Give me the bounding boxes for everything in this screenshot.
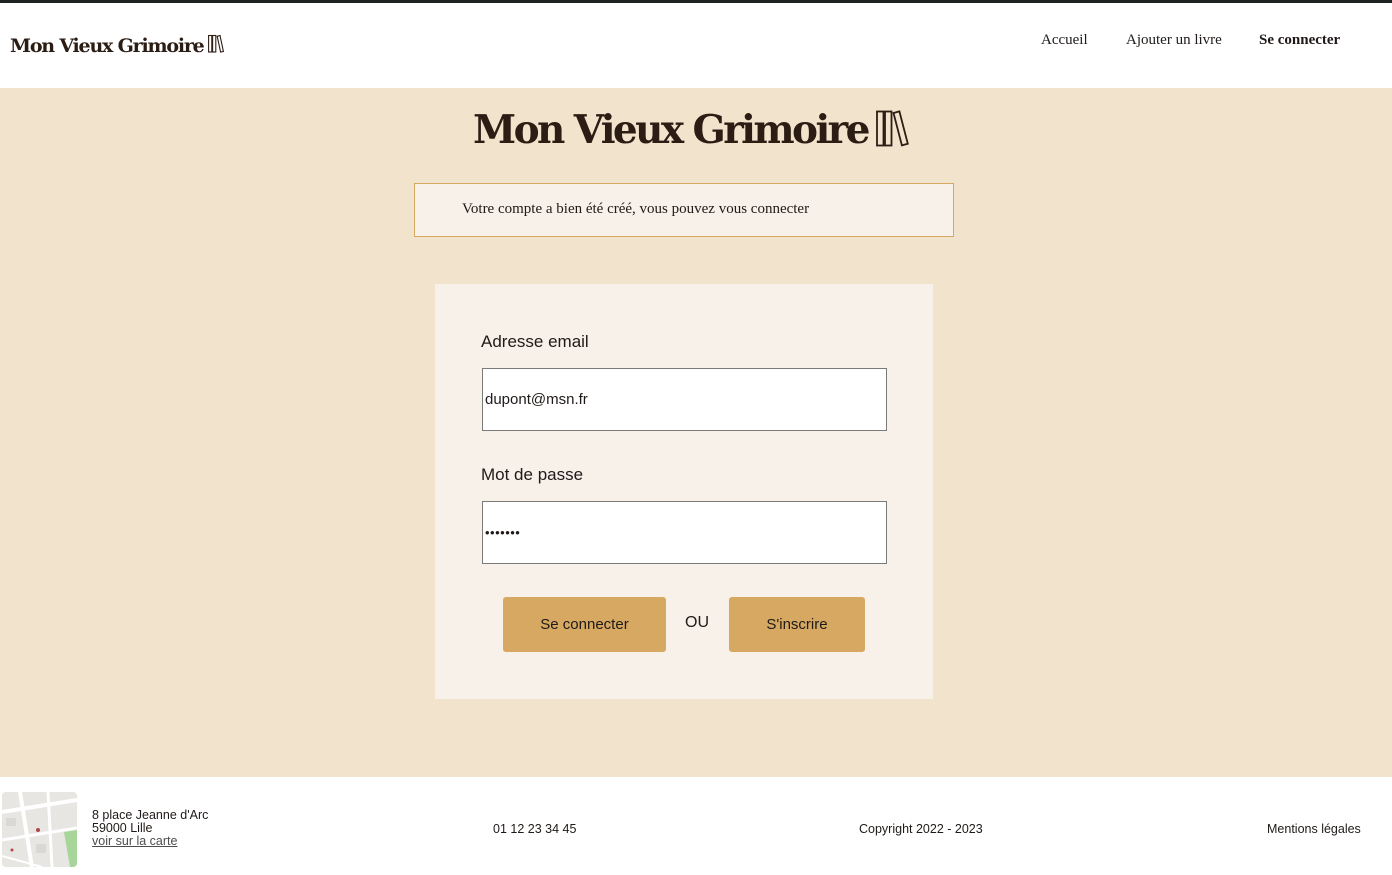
- header-logo-text: Mon Vieux Grimoire: [10, 35, 205, 57]
- view-map-link[interactable]: voir sur la carte: [92, 835, 208, 848]
- legal-notice-link[interactable]: Mentions légales: [1267, 822, 1361, 836]
- copyright-text: Copyright 2022 - 2023: [859, 822, 983, 836]
- nav-link-home[interactable]: Accueil: [1041, 32, 1088, 49]
- nav-link-login[interactable]: Se connecter: [1259, 32, 1340, 49]
- success-notice-text: Votre compte a bien été créé, vous pouve…: [462, 201, 810, 217]
- books-icon: [875, 109, 909, 152]
- password-field-value: •••••••: [485, 525, 521, 540]
- email-field[interactable]: dupont@msn.fr: [482, 368, 887, 431]
- address-block: 8 place Jeanne d'Arc 59000 Lille voir su…: [92, 809, 208, 848]
- page-logo: Mon Vieux Grimoire: [473, 106, 909, 154]
- header-logo[interactable]: Mon Vieux Grimoire: [10, 34, 224, 58]
- map-thumbnail[interactable]: [2, 792, 77, 867]
- email-field-value: dupont@msn.fr: [485, 391, 588, 408]
- site-header: Mon Vieux Grimoire Accueil Ajouter un li…: [0, 3, 1392, 88]
- login-form: Adresse email dupont@msn.fr Mot de passe…: [435, 284, 933, 699]
- password-label: Mot de passe: [481, 465, 584, 484]
- phone-number: 01 12 23 34 45: [493, 822, 577, 836]
- main-content: Mon Vieux Grimoire Votre compte a bien é…: [0, 88, 1392, 777]
- login-button[interactable]: Se connecter: [503, 597, 666, 652]
- site-footer: 8 place Jeanne d'Arc 59000 Lille voir su…: [0, 777, 1392, 875]
- page-logo-text: Mon Vieux Grimoire: [473, 107, 870, 153]
- or-separator: OU: [685, 614, 709, 631]
- password-field[interactable]: •••••••: [482, 501, 887, 564]
- books-icon: [207, 34, 224, 58]
- signup-button[interactable]: S'inscrire: [729, 597, 865, 652]
- nav-link-add-book[interactable]: Ajouter un livre: [1126, 32, 1222, 49]
- email-label: Adresse email: [481, 332, 589, 351]
- success-notice: Votre compte a bien été créé, vous pouve…: [414, 183, 954, 237]
